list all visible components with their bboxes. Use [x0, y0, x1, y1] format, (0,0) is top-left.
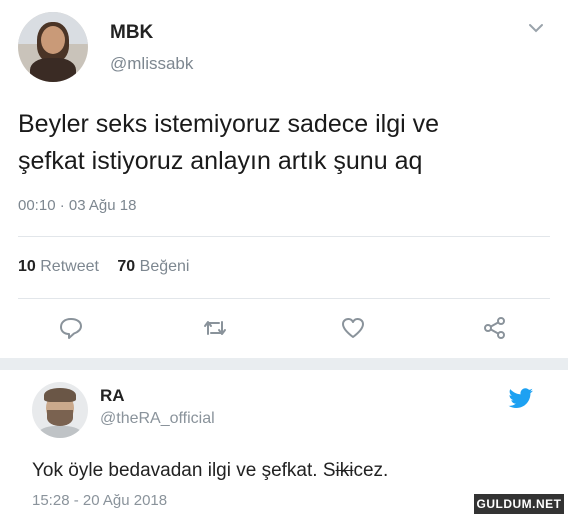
reply-text-part: cez. [353, 460, 389, 481]
tweet-separator [0, 358, 568, 370]
retweet-icon[interactable] [202, 316, 228, 340]
divider [18, 298, 550, 299]
retweet-count[interactable]: 10 [18, 258, 36, 275]
tweet-author-name[interactable]: MBK [110, 22, 153, 44]
tweet-text-line: Beyler seks istemiyoruz sadece ilgi ve [18, 110, 439, 138]
reply-text: Yok öyle bedavadan ilgi ve şefkat. Sikic… [32, 460, 388, 482]
like-icon[interactable] [340, 316, 366, 340]
tweet-text: Beyler seks istemiyoruz sadece ilgi ve ş… [18, 106, 558, 180]
tweet-timestamp[interactable]: 00:10 · 03 Ağu 18 [18, 197, 136, 214]
reply-icon[interactable] [58, 316, 84, 340]
reply-timestamp[interactable]: 15:28 - 20 Ağu 2018 [32, 492, 167, 509]
tweet-author-handle[interactable]: @mlissabk [110, 54, 193, 74]
avatar[interactable] [18, 12, 88, 82]
watermark: GULDUM.NET [474, 494, 564, 514]
like-label[interactable]: Beğeni [140, 258, 190, 275]
tweet-stats: 10 Retweet 70 Beğeni [18, 258, 189, 276]
share-icon[interactable] [482, 316, 508, 340]
like-count[interactable]: 70 [117, 258, 135, 275]
reply-author-handle[interactable]: @theRA_official [100, 410, 215, 428]
chevron-down-icon[interactable] [528, 22, 544, 34]
main-tweet: MBK @mlissabk Beyler seks istemiyoruz sa… [0, 0, 568, 358]
reply-text-struck: iki [335, 460, 354, 481]
twitter-bird-icon [508, 388, 533, 408]
reply-author-name[interactable]: RA [100, 386, 125, 406]
retweet-label[interactable]: Retweet [40, 258, 99, 275]
tweet-text-line: şefkat istiyoruz anlayın artık şunu aq [18, 147, 423, 175]
avatar[interactable] [32, 382, 88, 438]
reply-text-part: Yok öyle bedavadan ilgi ve şefkat. S [32, 460, 336, 481]
divider [18, 236, 550, 237]
